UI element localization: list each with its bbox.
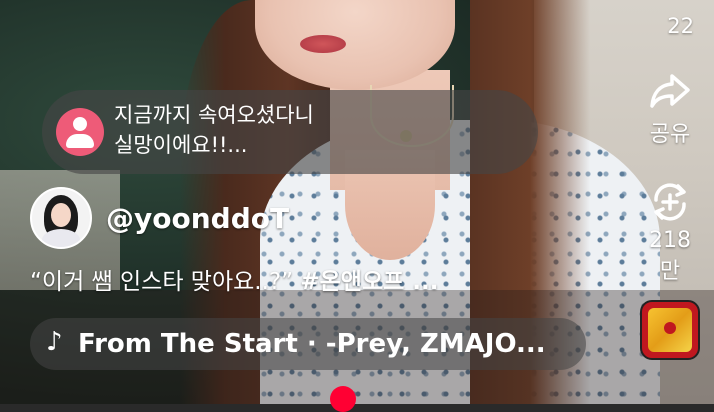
avatar-shirt [42,229,80,247]
remix-count: 218만 [649,228,691,284]
avatar-face [51,203,71,227]
share-label: 공유 [649,122,691,147]
video-subject-lips [300,35,346,53]
action-rail: 22 공유 218만 [624,0,714,404]
video-title-text: “이거 쌤 인스타 맞아요..?” [30,269,301,295]
sound-thumbnail-mark [664,322,676,334]
comment-avatar [56,108,104,156]
share-button[interactable]: 공유 [640,66,700,148]
channel-avatar[interactable] [30,187,92,249]
pinned-comment[interactable]: 지금까지 속여오셨다니 실망이에요!!... [42,90,538,174]
music-chip[interactable]: ♪ From The Start · -Prey, ZMAJO... [30,318,586,370]
channel-handle[interactable]: @yoonddoT [106,202,289,235]
sound-thumbnail[interactable] [640,300,700,360]
video-hashtag[interactable]: #온앤오프 ... [300,269,438,295]
remix-button[interactable]: 218만 [640,178,700,285]
remix-icon [640,178,700,226]
channel-row[interactable]: @yoonddoT [30,187,289,249]
avatar-body-shape [66,134,94,148]
video-title[interactable]: “이거 쌤 인스타 맞아요..?” #온앤오프 ... [30,264,590,300]
comment-text: 지금까지 속여오셨다니 실망이에요!!... [114,103,314,157]
share-arrow-icon [640,66,700,114]
music-label: From The Start · -Prey, ZMAJO... [78,329,546,359]
progress-scrubber[interactable] [330,386,356,412]
music-note-icon: ♪ [46,327,63,357]
comment-count: 22 [667,14,694,38]
avatar-head-shape [73,117,87,131]
